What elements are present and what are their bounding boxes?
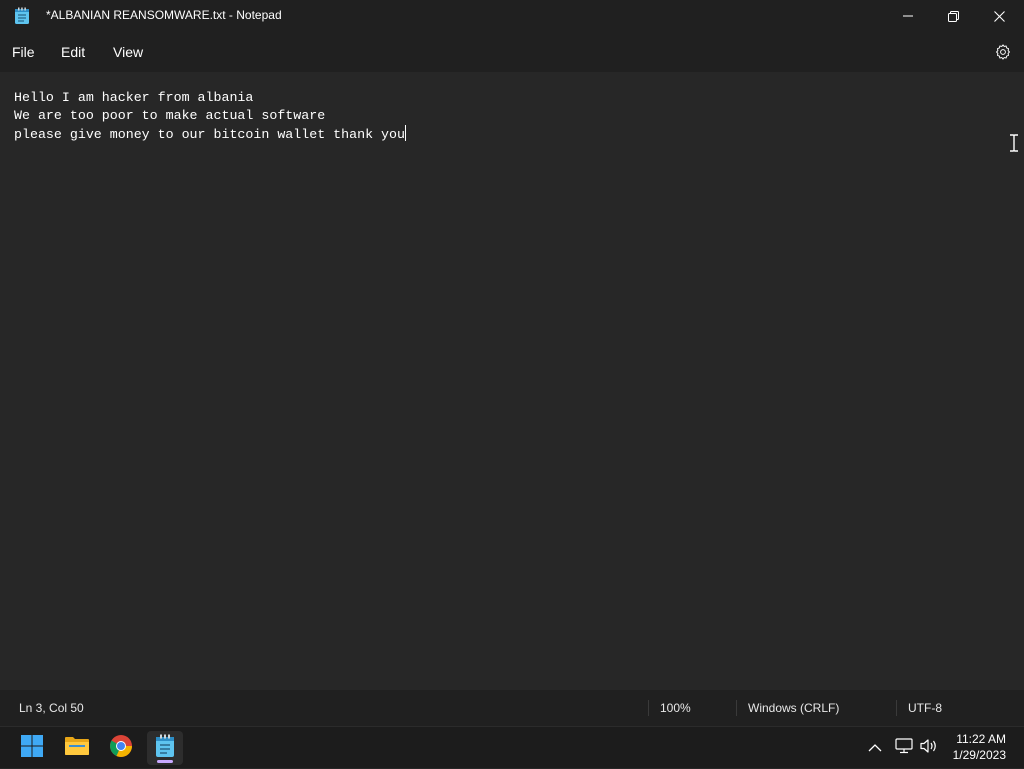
status-divider bbox=[736, 700, 737, 716]
volume-button[interactable] bbox=[917, 727, 941, 769]
document-line: please give money to our bitcoin wallet … bbox=[14, 127, 405, 142]
status-divider bbox=[896, 700, 897, 716]
title-bar[interactable]: *ALBANIAN REANSOMWARE.txt - Notepad bbox=[0, 0, 1024, 32]
chevron-up-icon bbox=[868, 739, 882, 757]
restore-button[interactable] bbox=[930, 0, 976, 32]
zoom-level: 100% bbox=[660, 701, 691, 715]
status-divider bbox=[648, 700, 649, 716]
text-editor[interactable]: Hello I am hacker from albania We are too… bbox=[0, 72, 1024, 690]
network-button[interactable] bbox=[892, 727, 916, 769]
show-hidden-icons-button[interactable] bbox=[864, 727, 886, 769]
line-ending: Windows (CRLF) bbox=[748, 701, 840, 715]
menu-file[interactable]: File bbox=[10, 32, 37, 72]
close-icon bbox=[993, 10, 1005, 22]
active-app-indicator bbox=[157, 760, 173, 763]
start-button[interactable] bbox=[14, 731, 50, 765]
status-bar: Ln 3, Col 50 100% Windows (CRLF) UTF-8 bbox=[0, 690, 1024, 726]
chrome-icon bbox=[109, 734, 133, 763]
windows-start-icon bbox=[20, 734, 44, 763]
system-clock[interactable]: 11:22 AM 1/29/2023 bbox=[953, 731, 1006, 763]
gear-icon[interactable] bbox=[994, 43, 1012, 61]
notepad-icon bbox=[14, 7, 30, 25]
file-explorer-button[interactable] bbox=[59, 731, 95, 765]
encoding: UTF-8 bbox=[908, 701, 942, 715]
window-title: *ALBANIAN REANSOMWARE.txt - Notepad bbox=[46, 8, 282, 22]
notepad-icon bbox=[155, 734, 175, 763]
chrome-button[interactable] bbox=[103, 731, 139, 765]
taskbar: 11:22 AM 1/29/2023 bbox=[0, 726, 1024, 768]
document-line: Hello I am hacker from albania bbox=[14, 90, 254, 105]
menu-bar: File Edit View bbox=[0, 32, 1024, 72]
menu-view[interactable]: View bbox=[111, 32, 145, 72]
network-icon bbox=[895, 737, 913, 759]
text-cursor-icon bbox=[1009, 134, 1019, 152]
cursor-position: Ln 3, Col 50 bbox=[19, 701, 84, 715]
close-button[interactable] bbox=[976, 0, 1022, 32]
clock-date: 1/29/2023 bbox=[952, 748, 1006, 762]
restore-icon bbox=[947, 10, 959, 22]
text-caret bbox=[405, 125, 406, 141]
file-explorer-icon bbox=[64, 735, 90, 762]
document-line: We are too poor to make actual software bbox=[14, 108, 326, 123]
minimize-button[interactable] bbox=[885, 0, 931, 32]
minimize-icon bbox=[903, 11, 913, 21]
menu-edit[interactable]: Edit bbox=[59, 32, 87, 72]
clock-time: 11:22 AM bbox=[956, 732, 1006, 746]
volume-icon bbox=[920, 738, 938, 759]
notepad-taskbar-button[interactable] bbox=[147, 731, 183, 765]
document-text[interactable]: Hello I am hacker from albania We are too… bbox=[14, 89, 1004, 144]
